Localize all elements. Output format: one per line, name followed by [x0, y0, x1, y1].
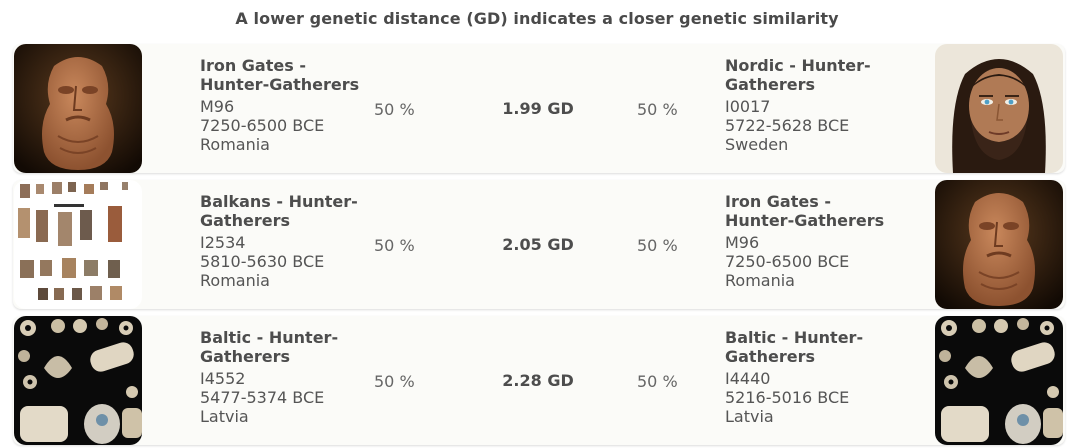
country: Latvia	[200, 407, 249, 426]
population-right: Baltic - Hunter-Gatherers I4440 5216-501…	[725, 328, 905, 426]
percent-left: 50 %	[374, 372, 415, 391]
comparison-row: Balkans - Hunter-Gatherers I2534 5810-56…	[13, 180, 1065, 309]
population-right: Iron Gates - Hunter-Gatherers M96 7250-6…	[725, 192, 905, 290]
percent-right: 50 %	[637, 236, 678, 255]
population-name: Baltic - Hunter-Gatherers	[725, 328, 864, 366]
sample-id: M96	[200, 97, 235, 116]
population-name: Baltic - Hunter-Gatherers	[200, 328, 339, 366]
sample-id: I2534	[200, 233, 246, 252]
date-range: 5477-5374 BCE	[200, 388, 325, 407]
percent-right: 50 %	[637, 372, 678, 391]
population-name: Balkans - Hunter-Gatherers	[200, 192, 358, 230]
comparison-row: Baltic - Hunter-Gatherers I4552 5477-537…	[13, 316, 1065, 445]
face-reconstruction-image	[935, 44, 1063, 173]
date-range: 5810-5630 BCE	[200, 252, 325, 271]
comparison-panel: A lower genetic distance (GD) indicates …	[0, 0, 1074, 448]
percent-left: 50 %	[374, 236, 415, 255]
date-range: 7250-6500 BCE	[725, 252, 850, 271]
percent-left: 50 %	[374, 100, 415, 119]
date-range: 7250-6500 BCE	[200, 116, 325, 135]
country: Romania	[200, 271, 270, 290]
stone-tools-image	[14, 180, 142, 309]
beads-image	[935, 316, 1063, 445]
sample-id: I0017	[725, 97, 771, 116]
population-name: Iron Gates - Hunter-Gatherers	[725, 192, 885, 230]
country: Sweden	[725, 135, 789, 154]
genetic-distance: 1.99 GD	[502, 99, 574, 118]
population-right: Nordic - Hunter-Gatherers I0017 5722-562…	[725, 56, 905, 154]
population-left: Iron Gates - Hunter-Gatherers M96 7250-6…	[200, 56, 380, 154]
country: Romania	[200, 135, 270, 154]
comparison-row: Iron Gates - Hunter-Gatherers M96 7250-6…	[13, 44, 1065, 173]
page-title: A lower genetic distance (GD) indicates …	[235, 9, 839, 28]
country: Romania	[725, 271, 795, 290]
sample-id: I4552	[200, 369, 246, 388]
stone-figure-image	[935, 180, 1063, 309]
stone-figure-image	[14, 44, 142, 173]
sample-id: I4440	[725, 369, 771, 388]
population-left: Balkans - Hunter-Gatherers I2534 5810-56…	[200, 192, 380, 290]
percent-right: 50 %	[637, 100, 678, 119]
date-range: 5722-5628 BCE	[725, 116, 850, 135]
country: Latvia	[725, 407, 774, 426]
genetic-distance: 2.28 GD	[502, 371, 574, 390]
genetic-distance: 2.05 GD	[502, 235, 574, 254]
beads-image	[14, 316, 142, 445]
population-name: Nordic - Hunter-Gatherers	[725, 56, 871, 94]
population-name: Iron Gates - Hunter-Gatherers	[200, 56, 360, 94]
date-range: 5216-5016 BCE	[725, 388, 850, 407]
sample-id: M96	[725, 233, 760, 252]
population-left: Baltic - Hunter-Gatherers I4552 5477-537…	[200, 328, 380, 426]
